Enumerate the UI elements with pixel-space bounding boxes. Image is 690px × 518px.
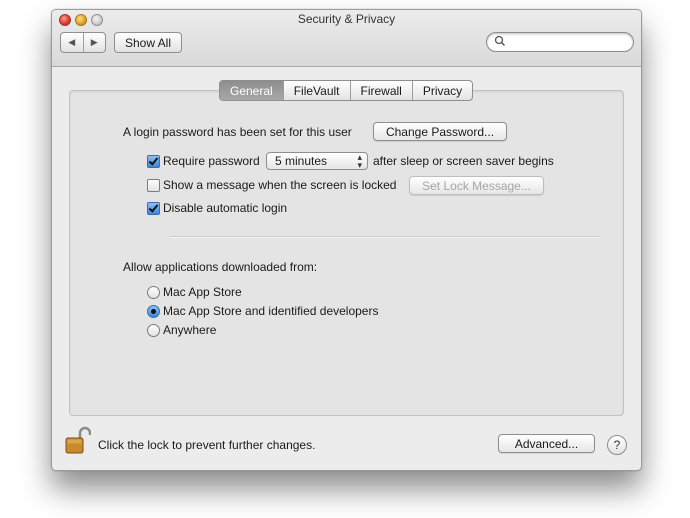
advanced-button[interactable]: Advanced... bbox=[498, 434, 595, 453]
change-password-button[interactable]: Change Password... bbox=[373, 122, 507, 141]
tab-privacy[interactable]: Privacy bbox=[411, 81, 472, 100]
back-arrow-icon[interactable]: ◀ bbox=[61, 33, 84, 52]
radio-mac-app-store[interactable] bbox=[147, 286, 160, 299]
login-password-text: A login password has been set for this u… bbox=[123, 125, 352, 139]
disable-auto-login-label: Disable automatic login bbox=[163, 201, 288, 215]
radio-anywhere[interactable] bbox=[147, 324, 160, 337]
require-password-checkbox[interactable] bbox=[147, 155, 160, 168]
security-privacy-window: Security & Privacy ◀ ▶ Show All General … bbox=[51, 9, 642, 471]
require-password-label: Require password bbox=[163, 154, 260, 168]
tab-firewall[interactable]: Firewall bbox=[349, 81, 412, 100]
nav-back-forward: ◀ ▶ bbox=[60, 32, 106, 53]
interval-value: 5 minutes bbox=[275, 154, 328, 168]
radio-identified-developers-label: Mac App Store and identified developers bbox=[163, 304, 379, 318]
titlebar: Security & Privacy ◀ ▶ Show All bbox=[52, 10, 641, 67]
tab-bar: General FileVault Firewall Privacy bbox=[219, 80, 474, 101]
disable-auto-login-checkbox[interactable] bbox=[147, 202, 160, 215]
section-divider bbox=[170, 236, 600, 238]
allow-apps-heading: Allow applications downloaded from: bbox=[123, 260, 318, 274]
tab-filevault[interactable]: FileVault bbox=[282, 81, 350, 100]
search-input[interactable] bbox=[507, 34, 629, 50]
search-field[interactable] bbox=[486, 32, 634, 52]
search-icon bbox=[494, 35, 506, 47]
radio-identified-developers[interactable] bbox=[147, 305, 160, 318]
tab-general[interactable]: General bbox=[220, 81, 283, 100]
require-password-suffix: after sleep or screen saver begins bbox=[373, 154, 554, 168]
unlocked-padlock-icon[interactable] bbox=[65, 426, 91, 454]
window-title: Security & Privacy bbox=[297, 12, 396, 26]
set-lock-message-button[interactable]: Set Lock Message... bbox=[409, 176, 544, 195]
radio-mac-app-store-label: Mac App Store bbox=[163, 285, 242, 299]
lock-status-text: Click the lock to prevent further change… bbox=[98, 438, 316, 452]
show-message-checkbox[interactable] bbox=[147, 179, 160, 192]
show-message-label: Show a message when the screen is locked bbox=[163, 178, 397, 192]
require-password-interval-select[interactable]: 5 minutes ▴ ▾ bbox=[266, 152, 368, 170]
forward-arrow-icon[interactable]: ▶ bbox=[84, 33, 106, 52]
updown-arrows-icon: ▴ ▾ bbox=[357, 152, 362, 170]
radio-anywhere-label: Anywhere bbox=[163, 323, 217, 337]
show-all-button[interactable]: Show All bbox=[114, 32, 182, 53]
help-button[interactable]: ? bbox=[607, 435, 627, 455]
